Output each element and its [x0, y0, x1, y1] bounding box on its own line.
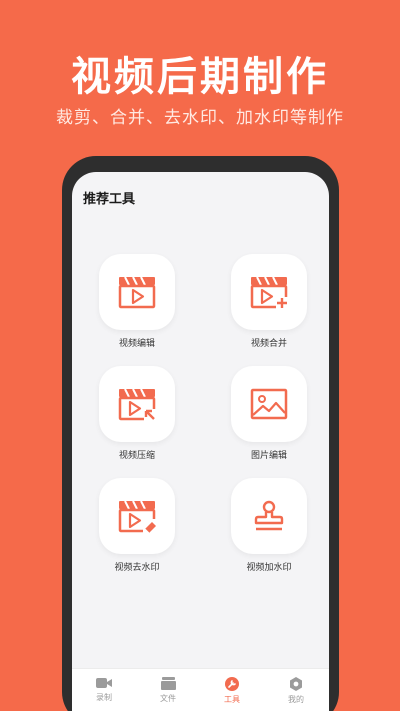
tab-files[interactable]: 文件 [148, 677, 188, 704]
tool-video-add-watermark[interactable]: 视频加水印 [224, 478, 314, 573]
tab-label: 我的 [288, 695, 304, 704]
tool-video-merge[interactable]: 视频合并 [224, 254, 314, 349]
video-compress-icon [118, 388, 156, 421]
image-edit-icon [250, 388, 288, 420]
tool-label: 图片编辑 [250, 451, 287, 461]
promo-subtitle: 裁剪、合并、去水印、加水印等制作 [56, 108, 344, 128]
wrench-icon [225, 677, 239, 691]
tool-label: 视频去水印 [114, 563, 160, 573]
tool-tile[interactable] [231, 254, 307, 330]
tool-tile[interactable] [231, 478, 307, 554]
tool-video-edit[interactable]: 视频编辑 [92, 254, 182, 349]
promo-title: 视频后期制作 [71, 54, 329, 100]
tool-tile[interactable] [99, 478, 175, 554]
tab-label: 工具 [224, 695, 240, 704]
camera-icon [96, 678, 112, 688]
bottom-tab-bar: 录制 文件 工具 我的 [72, 668, 329, 711]
tab-label: 文件 [160, 694, 176, 703]
tool-image-edit[interactable]: 图片编辑 [224, 366, 314, 461]
section-title: 推荐工具 [83, 192, 136, 207]
tool-label: 视频压缩 [118, 451, 155, 461]
tab-record[interactable]: 录制 [84, 677, 124, 703]
tool-label: 视频加水印 [246, 563, 292, 573]
video-remove-watermark-icon [118, 500, 157, 533]
tool-tile[interactable] [99, 366, 175, 442]
tool-label: 视频合并 [250, 339, 287, 349]
tool-tile[interactable] [231, 366, 307, 442]
tab-tools[interactable]: 工具 [212, 677, 252, 705]
folder-icon [160, 677, 176, 690]
settings-hex-icon [290, 677, 302, 691]
video-merge-icon [250, 276, 288, 309]
app-screen: 推荐工具 视频编辑 视频合并 视频压缩 图片编辑 视频去水印 视频加水印 录制 … [72, 172, 329, 711]
stamp-icon [254, 500, 284, 531]
tool-label: 视频编辑 [118, 339, 155, 349]
video-edit-icon [118, 276, 156, 309]
tool-video-remove-watermark[interactable]: 视频去水印 [92, 478, 182, 573]
tool-tile[interactable] [99, 254, 175, 330]
tool-video-compress[interactable]: 视频压缩 [92, 366, 182, 461]
tab-label: 录制 [96, 693, 112, 702]
tab-profile[interactable]: 我的 [276, 677, 316, 705]
